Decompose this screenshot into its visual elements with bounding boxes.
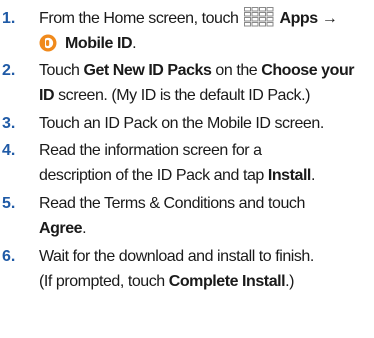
step-number: 6. <box>2 248 16 265</box>
step-text-part: Read the Terms & Conditions and touch <box>39 195 305 212</box>
step-text-part: Touch <box>39 62 84 79</box>
step-text-part: . <box>82 220 87 237</box>
step-text: Wait for the download and install to fin… <box>39 244 374 294</box>
arrow-glyph: → <box>321 10 338 27</box>
agree-label: Agree <box>39 220 83 237</box>
apps-grid-icon <box>243 7 273 27</box>
mobile-id-label: Mobile ID <box>65 35 133 52</box>
step-text-part: (If prompted, touch <box>39 273 169 290</box>
choose-your-label: Choose your <box>261 62 355 79</box>
step-text-part: on the <box>211 62 262 79</box>
id-label: ID <box>39 87 55 104</box>
step-text: From the Home screen, touch Apps → Mobil… <box>39 6 374 56</box>
step-text-part: .) <box>285 273 295 290</box>
complete-install-label: Complete Install <box>168 273 286 290</box>
step-text-part: Wait for the download and install to fin… <box>39 248 314 265</box>
step-text-part: . <box>310 167 315 184</box>
step-1-prefix: From the Home screen, touch <box>39 10 239 27</box>
step-1-suffix: . <box>132 35 137 52</box>
step-text: Read the information screen for a descri… <box>39 138 374 188</box>
step-number: 5. <box>2 195 16 212</box>
step-text: Touch Get New ID Packs on the Choose you… <box>39 58 374 108</box>
step-text-part: description of the ID Pack and tap <box>39 167 268 184</box>
step-number: 3. <box>2 115 16 132</box>
step-text-part: screen. (My ID is the default ID Pack.) <box>54 87 310 104</box>
apps-label: Apps <box>279 10 319 27</box>
step-number: 2. <box>2 62 16 79</box>
mobile-id-icon <box>39 34 57 52</box>
step-number: 1. <box>2 10 16 27</box>
step-text: Read the Terms & Conditions and touch Ag… <box>39 191 374 241</box>
step-text-part: Touch an ID Pack on the Mobile ID screen… <box>39 115 324 132</box>
step-text-part: Read the information screen for a <box>39 142 262 159</box>
step-text: Touch an ID Pack on the Mobile ID screen… <box>39 111 374 136</box>
install-label: Install <box>267 167 312 184</box>
step-number: 4. <box>2 142 16 159</box>
get-new-id-packs-label: Get New ID Packs <box>83 62 212 79</box>
